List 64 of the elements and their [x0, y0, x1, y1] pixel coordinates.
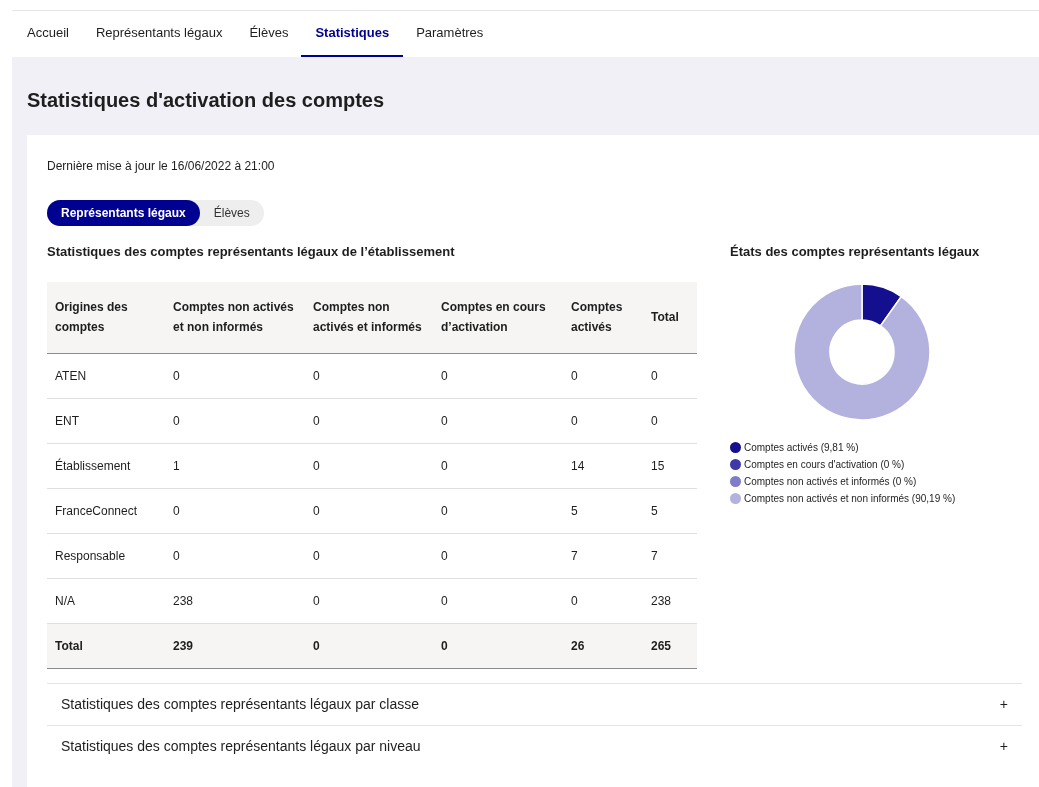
table-cell-text: 7 — [570, 547, 579, 565]
table-cell-text: FranceConnect — [54, 502, 139, 520]
table-cell-text: N/A — [54, 592, 76, 610]
table-cell-text: 0 — [312, 592, 321, 610]
table-cell-text: 0 — [570, 412, 579, 430]
nav-tab[interactable]: Élèves — [249, 11, 289, 57]
nav-tab[interactable]: Représentants légaux — [95, 11, 223, 57]
table-cell-text: 5 — [570, 502, 579, 520]
table-cell-text: 239 — [172, 637, 195, 655]
table-cell-text: Responsable — [54, 547, 127, 565]
legend-label: Comptes non activés et informés (0 %) — [744, 474, 917, 489]
table-cell-text: 14 — [570, 457, 586, 475]
table-cell-text: 0 — [440, 637, 449, 655]
table-cell-text: 238 — [650, 592, 673, 610]
table-cell-text: 26 — [570, 637, 586, 655]
accordion-header[interactable]: Statistiques des comptes représentants légaux par classe + — [47, 682, 1022, 725]
table-title: Statistiques des comptes représentants légaux de l’établissement — [47, 243, 456, 261]
table-cell-text: 0 — [312, 457, 321, 475]
table-cell-text: 0 — [570, 592, 579, 610]
table-cell-text: 0 — [172, 412, 181, 430]
table-cell-text: 0 — [440, 502, 449, 520]
column-header: Comptes non activés et informés — [312, 299, 423, 336]
table-cell-text: 7 — [650, 547, 659, 565]
column-header: Total — [650, 309, 680, 326]
page-title: Statistiques d'activation des comptes — [27, 88, 386, 113]
table-cell-text: 0 — [312, 412, 321, 430]
chart-title: États des comptes représentants légaux — [730, 243, 981, 261]
table-cell-text: 0 — [440, 592, 449, 610]
table-cell-text: 0 — [650, 412, 659, 430]
table-cell-text: 0 — [172, 367, 181, 385]
table-cell-text: 0 — [312, 367, 321, 385]
table-cell-text: 0 — [172, 547, 181, 565]
legend-label: Comptes activés (9,81 %) — [744, 440, 859, 455]
table-cell-text: 0 — [312, 502, 321, 520]
table-cell-text: 0 — [312, 547, 321, 565]
legend-label: Comptes en cours d'activation (0 %) — [744, 457, 905, 472]
segment-toggle[interactable]: Élèves — [199, 200, 264, 226]
table-cell-text: 0 — [440, 412, 449, 430]
table-cell-text: 15 — [650, 457, 666, 475]
last-update-text: Dernière mise à jour le 16/06/2022 à 21:00 — [47, 158, 276, 175]
table-cell-text: 0 — [172, 502, 181, 520]
table-cell-text: Total — [54, 637, 84, 655]
table-cell-text: Établissement — [54, 457, 132, 475]
table-cell-text: ATEN — [54, 367, 88, 385]
nav-tab[interactable]: Paramètres — [416, 11, 484, 57]
column-header: Comptes non activés et non informés — [172, 299, 295, 336]
table-cell-text: 265 — [650, 637, 673, 655]
accordion-header[interactable]: Statistiques des comptes représentants légaux par niveau + — [47, 724, 1022, 767]
table-cell-text: 0 — [650, 367, 659, 385]
legend-label: Comptes non activés et non informés (90,19 %) — [744, 491, 956, 506]
nav-tab[interactable]: Accueil — [27, 11, 69, 57]
column-header: Origines des comptes — [54, 299, 129, 336]
table-cell-text: 0 — [570, 367, 579, 385]
column-header: Comptes en cours d’activation — [440, 299, 547, 336]
table-cell-text: ENT — [54, 412, 80, 430]
table-cell-text: 238 — [172, 592, 195, 610]
segment-toggle[interactable]: Représentants légaux — [47, 200, 200, 226]
table-cell-text: 0 — [440, 457, 449, 475]
column-header: Comptes activés — [570, 299, 624, 336]
table-cell-text: 5 — [650, 502, 659, 520]
table-cell-text: 0 — [440, 367, 449, 385]
table-cell-text: 1 — [172, 457, 181, 475]
table-cell-text: 0 — [312, 637, 321, 655]
table-cell-text: 0 — [440, 547, 449, 565]
